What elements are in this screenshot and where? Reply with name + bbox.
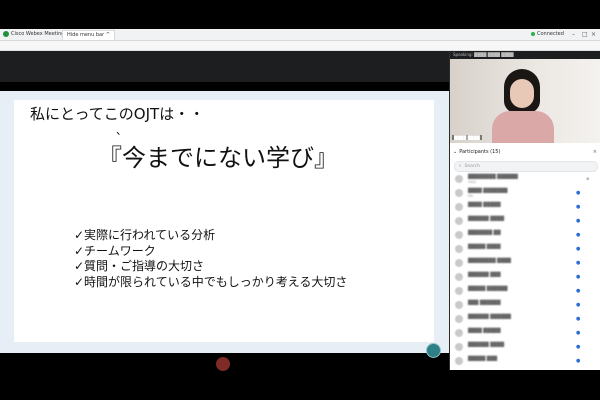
video-name-label: ████ ████ <box>452 135 482 140</box>
participant-name: ████ ███████ <box>468 189 508 194</box>
participant-row[interactable]: ████ █████ ● <box>450 201 600 215</box>
participant-search[interactable]: ⌕ Search <box>454 161 598 172</box>
person-body <box>492 111 554 143</box>
participant-name: █████ ███ <box>468 357 498 362</box>
participants-title: Participants (15) <box>459 149 501 155</box>
participant-row[interactable]: █████ ███ ● <box>450 355 600 369</box>
participant-name: ██████ ████ <box>468 343 505 348</box>
participant-row[interactable]: ██████ ████ ● <box>450 215 600 229</box>
participant-row[interactable]: ██████ ████ ● <box>450 341 600 355</box>
avatar <box>455 175 463 183</box>
avatar <box>455 329 463 337</box>
slide-bullet: ✓質問・ご指導の大切さ <box>74 259 205 273</box>
participant-row[interactable]: ███ ██████ ● <box>450 299 600 313</box>
slide-bullet: ✓実際に行われている分析 <box>74 228 216 242</box>
connected-icon <box>531 31 535 36</box>
slide-bullet-list: ✓実際に行われている分析 ✓チームワーク ✓質問・ご指導の大切さ ✓時間が限られ… <box>74 228 347 290</box>
mic-icon[interactable]: ● <box>576 260 580 266</box>
mic-icon[interactable]: ● <box>576 358 580 364</box>
minimize-button[interactable]: – <box>572 30 575 39</box>
menu-bar: File Edit Share View Audio Participant M… <box>0 41 600 58</box>
shared-content-area: 私にとってこのOJTは・・ 、 『今までにない学び』 ✓実際に行われている分析 … <box>0 51 449 371</box>
mic-icon[interactable]: ● <box>576 204 580 210</box>
meeting-controls-bar <box>0 357 449 371</box>
participant-row[interactable]: █████ ██████ ● <box>450 285 600 299</box>
title-bar: Cisco Webex Meetings Hide menu bar ^ Con… <box>0 29 600 41</box>
record-icon[interactable] <box>216 357 230 371</box>
participant-name: ██████ ████ <box>468 217 505 222</box>
participant-row[interactable]: ████████ ████ ● <box>450 257 600 271</box>
participant-row[interactable]: █████ ████ ● <box>450 243 600 257</box>
avatar <box>455 315 463 323</box>
avatar <box>455 357 463 365</box>
avatar <box>455 231 463 239</box>
mic-icon[interactable]: ● <box>576 190 580 196</box>
maximize-button[interactable]: □ <box>582 30 588 39</box>
avatar <box>455 343 463 351</box>
shared-slide: 私にとってこのOJTは・・ 、 『今までにない学び』 ✓実際に行われている分析 … <box>0 91 449 358</box>
video-header: Speaking: ████ ████ ████ <box>450 51 600 59</box>
slide-bullet: ✓チームワーク <box>74 243 156 258</box>
connection-status: Connected <box>531 30 564 39</box>
avatar <box>455 217 463 225</box>
participant-row[interactable]: ████ ███████ Me ● <box>450 187 600 201</box>
avatar <box>455 273 463 281</box>
mic-icon[interactable]: ● <box>576 218 580 224</box>
chevron-down-icon[interactable]: ⌄ <box>453 149 457 155</box>
participant-row[interactable]: ████████ ██████ Host ▪ <box>450 173 600 187</box>
hide-menu-bar-button[interactable]: Hide menu bar ^ <box>62 30 115 41</box>
participant-name: ████ █████ <box>468 329 501 334</box>
mic-icon[interactable]: ● <box>576 344 580 350</box>
webex-logo-icon <box>3 31 9 37</box>
participant-name: █████ ████ <box>468 245 501 250</box>
participant-name: ███████ ██ <box>468 231 501 236</box>
slide-mark: 、 <box>116 124 127 137</box>
participant-row[interactable]: ████ █████ ● <box>450 327 600 341</box>
slide-page: 私にとってこのOJTは・・ 、 『今までにない学び』 ✓実際に行われている分析 … <box>14 100 434 342</box>
mic-icon[interactable]: ● <box>576 302 580 308</box>
search-placeholder: Search <box>464 164 480 169</box>
avatar <box>455 259 463 267</box>
right-panel: Speaking: ████ ████ ████ ████ ████ ⌄ Part… <box>450 51 600 370</box>
mic-icon[interactable]: ● <box>576 330 580 336</box>
participant-row[interactable]: ██████ ███ ● <box>450 271 600 285</box>
share-control-icon[interactable] <box>426 343 441 358</box>
participant-role: Me <box>468 194 474 198</box>
search-icon: ⌕ <box>459 164 462 169</box>
mic-icon[interactable]: ● <box>576 288 580 294</box>
participant-row[interactable]: ███████ ██ ● <box>450 229 600 243</box>
slide-title: 私にとってこのOJTは・・ <box>30 105 205 123</box>
content-top-strip <box>0 51 449 82</box>
participants-header[interactable]: ⌄ Participants (15) × <box>450 147 600 157</box>
avatar <box>455 287 463 295</box>
slide-quote: 『今までにない学び』 <box>98 144 338 172</box>
video-icon[interactable]: ▪ <box>586 176 589 182</box>
avatar <box>455 301 463 309</box>
participant-name: █████ ██████ <box>468 287 508 292</box>
participant-name: ████ █████ <box>468 203 501 208</box>
mic-icon[interactable]: ● <box>576 274 580 280</box>
avatar <box>455 245 463 253</box>
connection-status-label: Connected <box>537 31 564 37</box>
avatar <box>455 189 463 197</box>
person-face <box>510 79 534 108</box>
mic-icon[interactable]: ● <box>576 232 580 238</box>
participant-name: ███ ██████ <box>468 301 501 306</box>
slide-bullet: ✓時間が限られている中でもしっかり考える大切さ <box>74 274 348 289</box>
participant-role: Host <box>468 180 476 184</box>
mic-icon[interactable]: ● <box>576 316 580 322</box>
close-panel-icon[interactable]: × <box>593 147 597 157</box>
mic-icon[interactable]: ● <box>576 246 580 252</box>
participant-name: ██████ ███ <box>468 273 501 278</box>
participant-name: ████████ ████ <box>468 259 511 264</box>
close-button[interactable]: × <box>591 30 596 39</box>
participant-name: ██████ ██████ <box>468 315 511 320</box>
webex-window: Cisco Webex Meetings Hide menu bar ^ Con… <box>0 29 600 371</box>
avatar <box>455 203 463 211</box>
app-title: Cisco Webex Meetings <box>11 31 68 37</box>
participant-video[interactable]: ████ ████ <box>450 59 600 143</box>
participant-row[interactable]: ██████ ██████ ● <box>450 313 600 327</box>
